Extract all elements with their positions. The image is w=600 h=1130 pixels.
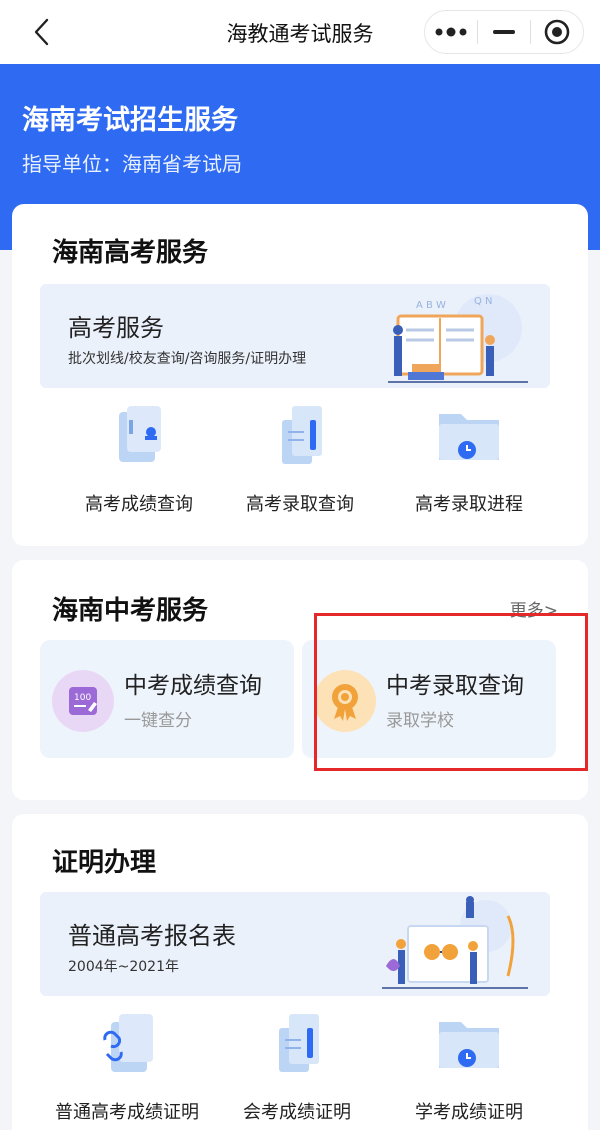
score-card-icon xyxy=(119,406,161,462)
folder-clock-icon xyxy=(439,414,499,460)
highlight-box xyxy=(314,613,588,771)
section-title: 证明办理 xyxy=(52,848,157,878)
hero-title: 海南考试招生服务 xyxy=(22,105,238,136)
svg-text:Q N: Q N xyxy=(474,296,493,307)
hero-subtitle: 指导单位：海南省考试局 xyxy=(22,152,242,176)
huikao-score-certificate[interactable]: 会考成绩证明 xyxy=(212,1010,382,1124)
xuekao-score-certificate[interactable]: 学考成绩证明 xyxy=(384,1010,554,1124)
zhongkao-score-tile[interactable]: 100 中考成绩查询 一键查分 xyxy=(40,640,294,758)
tile-title: 中考成绩查询 xyxy=(124,673,262,699)
linked-card-icon xyxy=(103,1014,153,1072)
close-button[interactable] xyxy=(531,11,583,53)
more-button[interactable] xyxy=(425,11,477,53)
score-100-icon-wrap: 100 xyxy=(52,670,114,732)
gaokao-admission-progress[interactable]: 高考录取进程 xyxy=(384,402,554,516)
gaokao-score-certificate[interactable]: 普通高考成绩证明 xyxy=(42,1010,212,1124)
gaokao-score-query[interactable]: 高考成绩查询 xyxy=(54,402,224,516)
banner-title: 普通高考报名表 xyxy=(68,922,236,950)
item-label: 学考成绩证明 xyxy=(415,1102,523,1123)
people-board-illustration xyxy=(382,896,528,989)
score-100-icon: 100 xyxy=(69,687,97,715)
minimize-button[interactable] xyxy=(478,11,530,53)
svg-text:100: 100 xyxy=(74,693,91,703)
target-circle-icon xyxy=(544,19,570,45)
top-navbar: 海教通考试服务 xyxy=(0,0,600,64)
item-label: 高考成绩查询 xyxy=(85,494,193,515)
item-label: 会考成绩证明 xyxy=(243,1102,351,1123)
books-illustration: A B W Q N xyxy=(388,294,528,383)
tile-subtitle: 一键查分 xyxy=(124,711,192,731)
banner-subtitle: 2004年~2021年 xyxy=(68,959,179,975)
banner-title: 高考服务 xyxy=(68,314,164,342)
document-stack-icon xyxy=(282,406,322,464)
section-title: 海南中考服务 xyxy=(52,596,209,626)
gaokao-banner[interactable]: 高考服务 批次划线/校友查询/咨询服务/证明办理 A B W Q N xyxy=(40,284,550,388)
item-label: 普通高考成绩证明 xyxy=(55,1102,199,1123)
more-dots-icon xyxy=(435,27,467,37)
gaokao-admission-query[interactable]: 高考录取查询 xyxy=(215,402,385,516)
folder-clock-icon xyxy=(439,1022,499,1068)
registration-form-banner[interactable]: 普通高考报名表 2004年~2021年 xyxy=(40,892,550,996)
section-title: 海南高考服务 xyxy=(52,238,209,268)
minus-icon xyxy=(493,30,515,34)
svg-text:A B W: A B W xyxy=(416,300,446,311)
item-label: 高考录取查询 xyxy=(246,494,354,515)
item-label: 高考录取进程 xyxy=(415,494,523,515)
certificates-card: 证明办理 普通高考报名表 2004年~2021年 普通高考成绩证明 会考成绩证明… xyxy=(12,814,588,1130)
document-stack-icon xyxy=(279,1014,319,1072)
gaokao-card: 海南高考服务 高考服务 批次划线/校友查询/咨询服务/证明办理 A B W Q … xyxy=(12,204,588,546)
banner-subtitle: 批次划线/校友查询/咨询服务/证明办理 xyxy=(68,351,307,367)
mini-program-capsule xyxy=(424,10,584,54)
